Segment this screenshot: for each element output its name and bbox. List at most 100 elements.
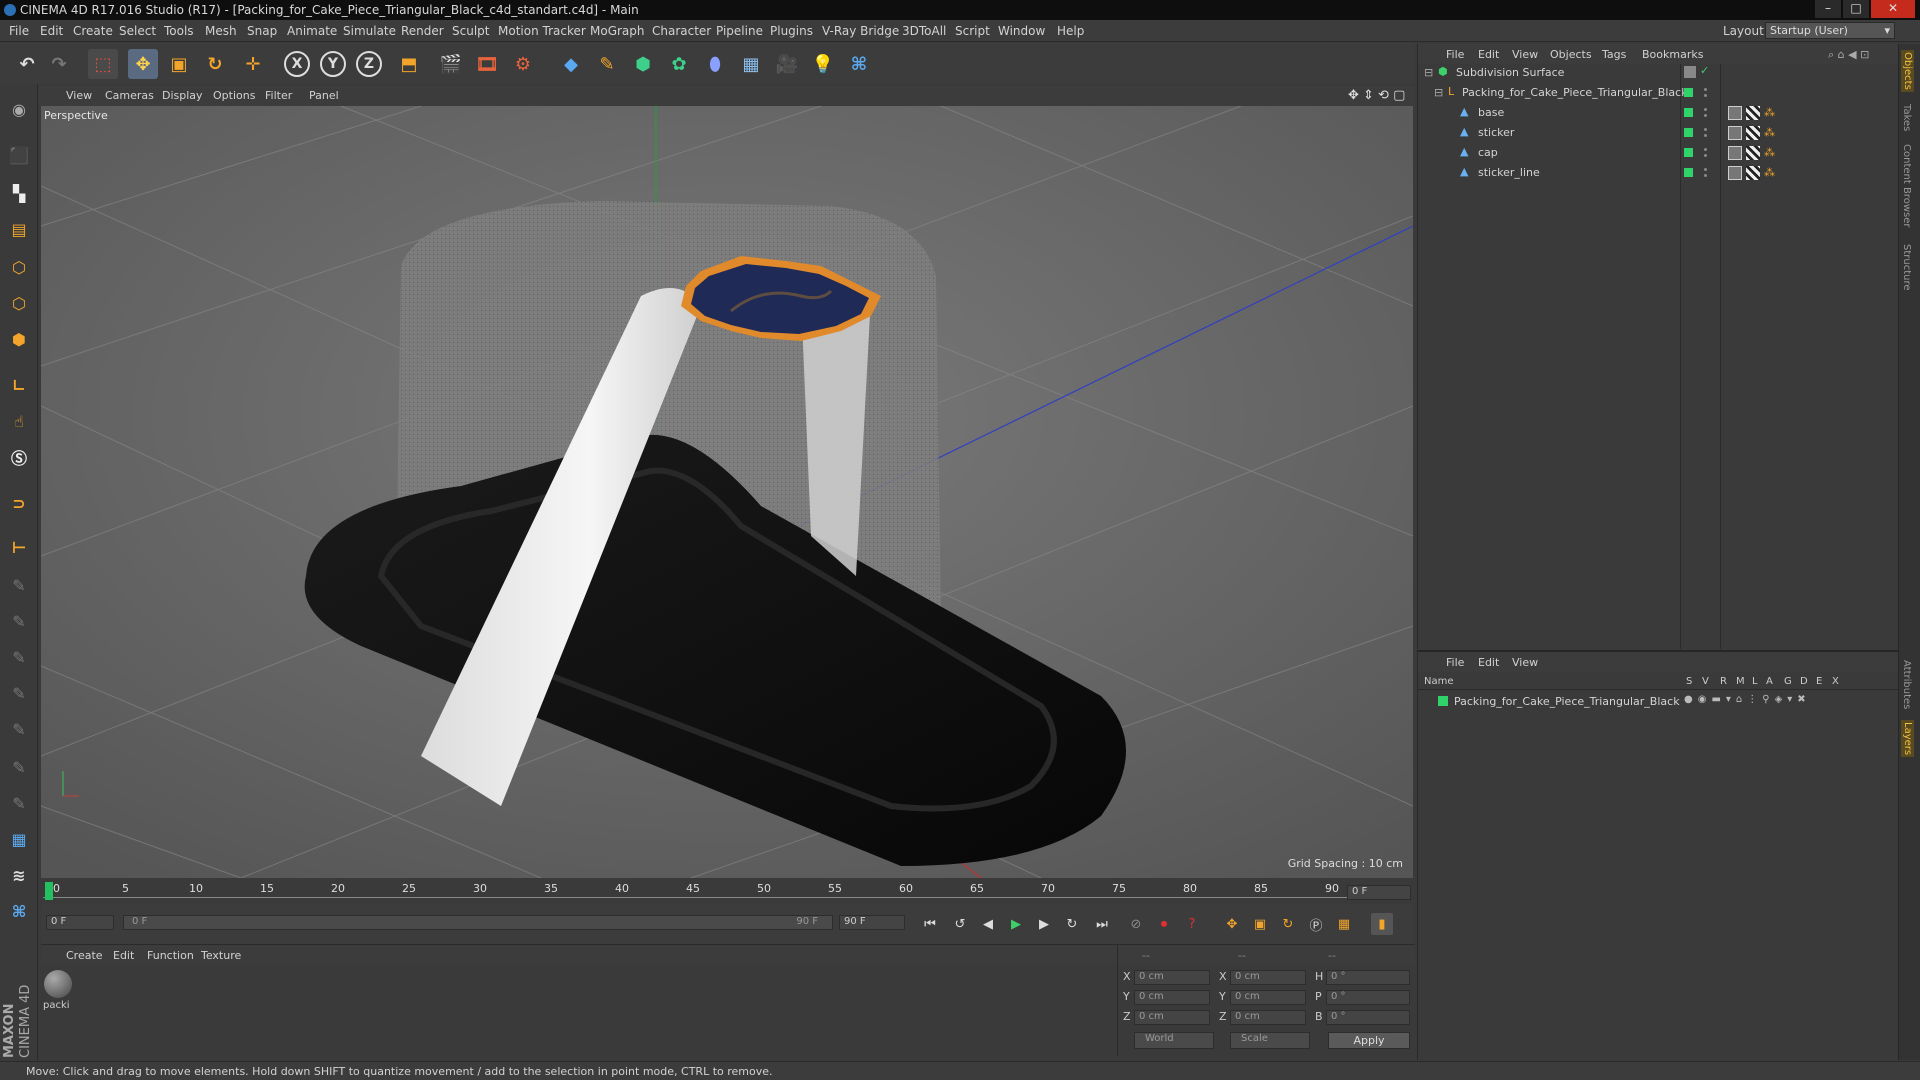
subdivision-surface-icon[interactable]: ⬢ bbox=[628, 49, 658, 79]
live-selection-icon[interactable]: ⬚ bbox=[88, 49, 118, 79]
column-locked[interactable]: L bbox=[1752, 676, 1758, 687]
coordinate-mode-select[interactable]: World bbox=[1134, 1032, 1214, 1049]
menu-window[interactable]: Window bbox=[998, 24, 1045, 38]
position-x-field[interactable]: 0 cm bbox=[1134, 970, 1210, 985]
visibility-dot-editor[interactable] bbox=[1704, 148, 1707, 151]
column-manager[interactable]: M bbox=[1736, 676, 1745, 687]
material-tag-icon[interactable]: ⁂ bbox=[1764, 106, 1778, 120]
tree-row-sticker-line[interactable]: ▲ sticker_line ⁂ bbox=[1418, 163, 1898, 183]
key-scale-icon[interactable]: ▣ bbox=[1249, 913, 1271, 935]
autokey-icon[interactable]: ? bbox=[1181, 913, 1203, 935]
viewport-menu-panel[interactable]: Panel bbox=[309, 89, 339, 102]
texture-tag-icon[interactable] bbox=[1746, 146, 1760, 160]
texture-mode-icon[interactable]: ▚ bbox=[4, 178, 34, 208]
layer-color-swatch[interactable] bbox=[1684, 168, 1693, 177]
brush-icon-2[interactable]: ✎ bbox=[4, 606, 34, 636]
light-icon[interactable]: 💡 bbox=[808, 49, 838, 79]
visibility-dot-editor[interactable] bbox=[1704, 88, 1707, 91]
menu-character[interactable]: Character bbox=[652, 24, 711, 38]
menu-create[interactable]: Create bbox=[73, 24, 113, 38]
magnet-icon[interactable]: ⊃ bbox=[4, 488, 34, 518]
size-x-field[interactable]: 0 cm bbox=[1230, 970, 1306, 985]
material-tag-icon[interactable]: ⁂ bbox=[1764, 146, 1778, 160]
tab-takes[interactable]: Takes bbox=[1901, 104, 1912, 131]
grid-plane-icon[interactable]: ▦ bbox=[4, 824, 34, 854]
frame-range-slider[interactable]: 0 F 90 F bbox=[123, 915, 833, 930]
layer-menu-edit[interactable]: Edit bbox=[1478, 656, 1499, 669]
column-solo[interactable]: S bbox=[1686, 676, 1692, 687]
tree-row-cap[interactable]: ▲ cap ⁂ bbox=[1418, 143, 1898, 163]
render-settings-icon[interactable]: ⚙ bbox=[508, 49, 538, 79]
layer-menu-file[interactable]: File bbox=[1446, 656, 1464, 669]
brush-icon-1[interactable]: ✎ bbox=[4, 570, 34, 600]
menu-render[interactable]: Render bbox=[401, 24, 444, 38]
tab-attributes[interactable]: Attributes bbox=[1901, 660, 1912, 709]
material-menu-edit[interactable]: Edit bbox=[113, 949, 134, 962]
menu-help[interactable]: Help bbox=[1057, 24, 1084, 38]
z-axis-lock-icon[interactable]: Z bbox=[356, 51, 382, 77]
tweak-mode-icon[interactable]: ☝ bbox=[4, 406, 34, 436]
cube-primitive-icon[interactable]: ◆ bbox=[556, 49, 586, 79]
object-menu-edit[interactable]: Edit bbox=[1478, 48, 1499, 61]
layer-row[interactable]: Packing_for_Cake_Piece_Triangular_Black … bbox=[1418, 692, 1898, 712]
material-swatch[interactable]: packi bbox=[43, 969, 73, 1021]
floor-icon[interactable]: ▦ bbox=[736, 49, 766, 79]
tree-row-sticker[interactable]: ▲ sticker ⁂ bbox=[1418, 123, 1898, 143]
go-to-end-icon[interactable]: ⏭ bbox=[1091, 913, 1113, 935]
end-frame-field[interactable]: 90 F bbox=[839, 915, 905, 930]
render-picture-viewer-icon[interactable]: 🎞 bbox=[472, 49, 502, 79]
points-mode-icon[interactable]: ⬡ bbox=[4, 252, 34, 282]
layer-stack-icon[interactable]: ≋ bbox=[4, 860, 34, 890]
column-generators[interactable]: G bbox=[1784, 676, 1792, 687]
axis-mode-icon[interactable]: ∟ bbox=[4, 370, 34, 400]
rotation-h-field[interactable]: 0 ° bbox=[1326, 970, 1410, 985]
spline-pen-icon[interactable]: ✎ bbox=[592, 49, 622, 79]
visibility-dot-render[interactable] bbox=[1704, 94, 1707, 97]
menu-mograph[interactable]: MoGraph bbox=[590, 24, 645, 38]
size-mode-select[interactable]: Scale bbox=[1230, 1032, 1310, 1049]
move-tool-icon[interactable]: ✥ bbox=[128, 49, 158, 79]
texture-tag-icon[interactable] bbox=[1746, 166, 1760, 180]
collapse-icon[interactable]: ⊟ bbox=[1434, 86, 1443, 99]
y-axis-lock-icon[interactable]: Y bbox=[320, 51, 346, 77]
size-y-field[interactable]: 0 cm bbox=[1230, 990, 1306, 1005]
start-frame-field[interactable]: 0 F bbox=[46, 915, 114, 930]
visibility-dot-render[interactable] bbox=[1704, 174, 1707, 177]
layer-toggle-icons[interactable]: ●◉▬▾⌂⋮⚲◈▾✖ bbox=[1684, 694, 1811, 705]
scale-tool-icon[interactable]: ▣ bbox=[164, 49, 194, 79]
menu-vray-bridge[interactable]: V-Ray Bridge bbox=[822, 24, 899, 38]
edges-mode-icon[interactable]: ⬡ bbox=[4, 288, 34, 318]
layer-menu-view[interactable]: View bbox=[1512, 656, 1538, 669]
material-tag-icon[interactable]: ⁂ bbox=[1764, 166, 1778, 180]
undo-icon[interactable]: ↶ bbox=[12, 49, 42, 79]
maximize-button[interactable]: □ bbox=[1843, 0, 1869, 18]
layer-color-swatch[interactable] bbox=[1684, 128, 1693, 137]
object-menu-file[interactable]: File bbox=[1446, 48, 1464, 61]
visibility-dot-editor[interactable] bbox=[1704, 108, 1707, 111]
menu-select[interactable]: Select bbox=[119, 24, 156, 38]
menu-sculpt[interactable]: Sculpt bbox=[452, 24, 489, 38]
menu-mesh[interactable]: Mesh bbox=[205, 24, 237, 38]
camera-icon[interactable]: 🎥 bbox=[772, 49, 802, 79]
position-z-field[interactable]: 0 cm bbox=[1134, 1010, 1210, 1025]
tree-row-subdivision-surface[interactable]: ⊟ ⬢ Subdivision Surface ✓ bbox=[1418, 63, 1898, 83]
viewport-menu-cameras[interactable]: Cameras bbox=[105, 89, 154, 102]
phong-tag-icon[interactable] bbox=[1728, 166, 1742, 180]
visibility-dot-render[interactable] bbox=[1704, 154, 1707, 157]
layer-color-swatch[interactable] bbox=[1684, 108, 1693, 117]
menu-script[interactable]: Script bbox=[955, 24, 990, 38]
play-icon[interactable]: ▶ bbox=[1005, 913, 1027, 935]
object-menu-view[interactable]: View bbox=[1512, 48, 1538, 61]
timeline-window-icon[interactable]: ▮ bbox=[1371, 913, 1393, 935]
brush-icon-7[interactable]: ✎ bbox=[4, 788, 34, 818]
loop-forward-icon[interactable]: ↻ bbox=[1061, 913, 1083, 935]
x-axis-lock-icon[interactable]: X bbox=[284, 51, 310, 77]
tree-row-base[interactable]: ▲ base ⁂ bbox=[1418, 103, 1898, 123]
menu-file[interactable]: File bbox=[9, 24, 29, 38]
object-menu-tags[interactable]: Tags bbox=[1602, 48, 1626, 61]
layout-select[interactable]: Startup (User) ▾ bbox=[1765, 22, 1895, 39]
rotate-tool-icon[interactable]: ↻ bbox=[200, 49, 230, 79]
texture-tag-icon[interactable] bbox=[1746, 106, 1760, 120]
brush-icon-3[interactable]: ✎ bbox=[4, 642, 34, 672]
menu-pipeline[interactable]: Pipeline bbox=[716, 24, 763, 38]
